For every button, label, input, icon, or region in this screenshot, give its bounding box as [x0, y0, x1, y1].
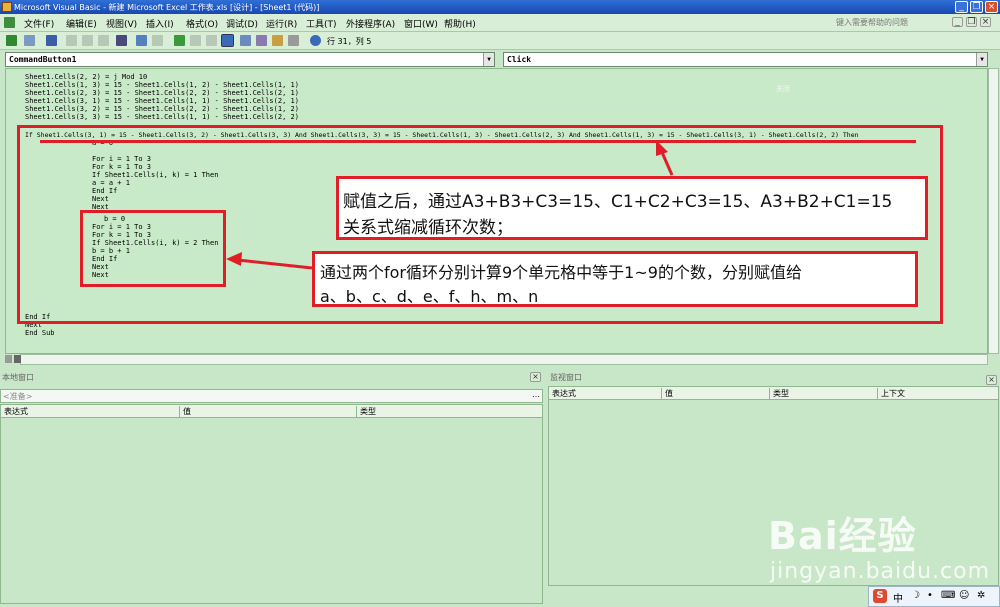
sogou-ime-icon[interactable]: S: [873, 589, 887, 603]
watch-col-value[interactable]: 值: [661, 388, 769, 399]
watermark-brand: Bai经验: [768, 514, 917, 558]
arrow-up-head: [656, 140, 668, 156]
callout-1-line-1: 赋值之后，通过A3+B3+C3=15、C1+C2+C3=15、A3+B2+C1=…: [343, 192, 893, 212]
locals-col-expression[interactable]: 表达式: [1, 406, 179, 417]
locals-status: <准备>: [3, 392, 33, 401]
locals-col-type[interactable]: 类型: [356, 406, 542, 417]
ime-tray: S 中 ☽ • ⌨ ☺ ✲: [868, 586, 1000, 607]
keyboard-icon[interactable]: ⌨: [941, 590, 955, 601]
locals-close-button[interactable]: ×: [530, 372, 541, 382]
locals-window: 表达式 值 类型: [0, 404, 543, 604]
locals-window-title: 本地窗口: [2, 373, 34, 382]
callout-2-line-2: a、b、c、d、e、f、h、m、n: [320, 287, 539, 306]
dot-icon[interactable]: •: [927, 590, 933, 601]
watch-col-expression[interactable]: 表达式: [549, 388, 661, 399]
annotation-callout-1: 赋值之后，通过A3+B3+C3=15、C1+C2+C3=15、A3+B2+C1=…: [336, 176, 928, 240]
watch-col-context[interactable]: 上下文: [877, 388, 998, 399]
locals-more-button[interactable]: …: [532, 390, 540, 399]
watch-window-title: 监视窗口: [550, 373, 582, 382]
locals-col-value[interactable]: 值: [179, 406, 356, 417]
watermark-url: jingyan.baidu.com: [770, 559, 991, 584]
watch-close-button[interactable]: ×: [986, 375, 997, 385]
callout-2-line-1: 通过两个for循环分别计算9个单元格中等于1~9的个数，分别赋值给: [320, 263, 802, 282]
locals-status-bar: <准备> …: [0, 389, 543, 403]
watch-col-type[interactable]: 类型: [769, 388, 877, 399]
annotation-callout-2: 通过两个for循环分别计算9个单元格中等于1~9的个数，分别赋值给 a、b、c、…: [312, 251, 918, 307]
baidu-jingyan-watermark: Bai经验 jingyan.baidu.com: [768, 505, 989, 584]
arrow-left-line: [237, 258, 313, 270]
callout-1-line-2: 关系式缩减循环次数；: [343, 218, 513, 238]
locals-header: 表达式 值 类型: [1, 405, 542, 418]
arrow-left-head: [226, 252, 242, 266]
moon-icon[interactable]: ☽: [911, 590, 920, 601]
watch-header: 表达式 值 类型 上下文: [549, 387, 998, 400]
ime-mode[interactable]: 中: [893, 590, 903, 605]
user-icon[interactable]: ☺: [959, 590, 969, 601]
settings-icon[interactable]: ✲: [977, 590, 985, 601]
